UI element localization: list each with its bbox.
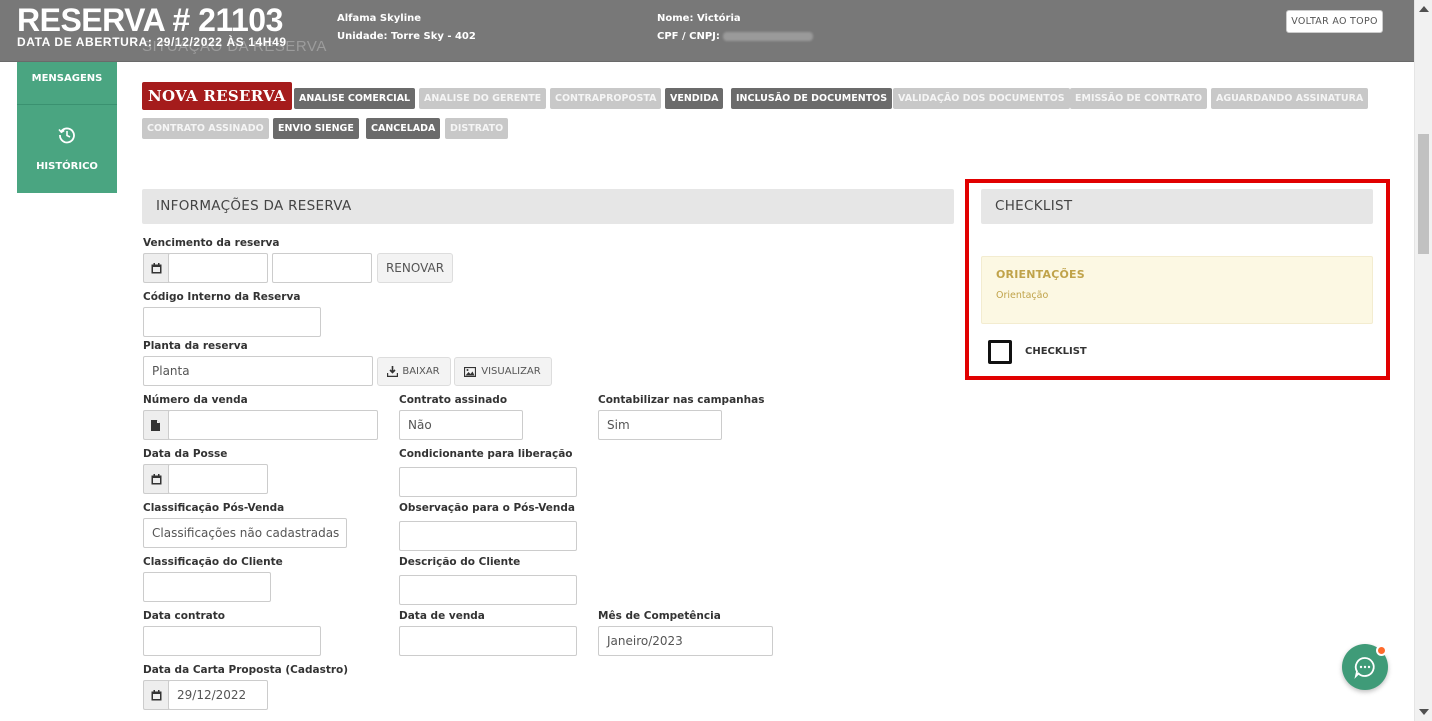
renovar-button[interactable]: RENOVAR [377, 253, 453, 283]
data-carta-label: Data da Carta Proposta (Cadastro) [143, 664, 349, 676]
status-nova-reserva[interactable]: NOVA RESERVA [142, 82, 292, 110]
mes-competencia-input[interactable]: Janeiro/2023 [598, 626, 773, 656]
baixar-button[interactable]: BAIXAR [377, 357, 451, 386]
vencimento-time-input[interactable] [272, 253, 372, 283]
unit-info: Unidade: Torre Sky - 402 [337, 31, 476, 42]
chat-icon [1354, 657, 1375, 679]
visualizar-label: VISUALIZAR [481, 366, 541, 377]
data-contrato-label: Data contrato [143, 610, 225, 622]
obs-pos-venda-input[interactable] [399, 521, 577, 551]
client-cpf: CPF / CNPJ: [657, 31, 814, 42]
reservation-title: RESERVA # 21103 [17, 2, 283, 38]
codigo-interno-label: Código Interno da Reserva [143, 291, 301, 303]
scroll-thumb[interactable] [1418, 134, 1429, 254]
scroll-up-arrow-icon[interactable] [1419, 6, 1429, 12]
contrato-assinado-label: Contrato assinado [399, 394, 508, 406]
data-contrato-input[interactable] [143, 626, 321, 656]
sidebar-item-label: MENSAGENS [31, 73, 103, 84]
obs-pos-venda-label: Observação para o Pós-Venda [399, 502, 575, 514]
unit-label: Unidade: [337, 31, 388, 42]
cpf-label: CPF / CNPJ: [657, 31, 720, 42]
classif-pos-venda-select[interactable]: Classificações não cadastradas [143, 518, 347, 548]
status-analise-comercial[interactable]: ANALISE COMERCIAL [294, 88, 416, 109]
name-label: Nome: [657, 13, 694, 24]
status-emissao-de-contrato[interactable]: EMISSÃO DE CONTRATO [1070, 88, 1208, 109]
status-distrato[interactable]: DISTRATO [445, 118, 509, 139]
unit-value: Torre Sky - 402 [391, 31, 476, 42]
classif-cliente-label: Classificação do Cliente [143, 556, 283, 568]
planta-label: Planta da reserva [143, 340, 248, 352]
file-icon [151, 420, 160, 431]
calendar-addon [143, 680, 169, 710]
checklist-checkbox[interactable] [988, 340, 1012, 364]
document-addon [143, 410, 169, 440]
calendar-addon [143, 464, 169, 494]
image-icon [464, 367, 476, 377]
page-scrollbar[interactable] [1414, 0, 1432, 721]
notification-dot [1376, 645, 1387, 656]
calendar-icon [151, 263, 162, 274]
status-validacao-dos-documentos[interactable]: VALIDAÇÃO DOS DOCUMENTOS [893, 88, 1070, 109]
data-posse-input[interactable] [168, 464, 268, 494]
desc-cliente-label: Descrição do Cliente [399, 556, 521, 568]
data-venda-input[interactable] [399, 626, 577, 656]
numero-venda-label: Número da venda [143, 394, 248, 406]
status-contrato-assinado[interactable]: CONTRATO ASSINADO [142, 118, 269, 139]
data-carta-input[interactable]: 29/12/2022 [168, 680, 268, 710]
contrato-assinado-field[interactable]: Não [399, 410, 523, 440]
codigo-interno-input[interactable] [143, 307, 321, 337]
project-name: Alfama Skyline [337, 13, 422, 24]
calendar-icon [151, 690, 162, 701]
status-aguardando-assinatura[interactable]: AGUARDANDO ASSINATURA [1211, 88, 1369, 109]
status-cancelada[interactable]: CANCELADA [366, 118, 441, 139]
calendar-icon [151, 474, 162, 485]
desc-cliente-input[interactable] [399, 575, 577, 605]
data-posse-label: Data da Posse [143, 448, 228, 460]
checklist-item-label: CHECKLIST [1025, 346, 1087, 357]
back-to-top-button[interactable]: VOLTAR AO TOPO [1286, 10, 1383, 33]
status-contraproposta[interactable]: CONTRAPROPOSTA [550, 88, 662, 109]
status-analise-do-gerente[interactable]: ANALISE DO GERENTE [419, 88, 547, 109]
vencimento-date-input[interactable] [168, 253, 268, 283]
history-icon [58, 127, 75, 144]
sidebar-item-history[interactable]: HISTÓRICO [17, 106, 117, 193]
vencimento-label: Vencimento da reserva [143, 237, 280, 249]
orientations-alert: ORIENTAÇÕES Orientação [981, 256, 1373, 324]
mes-competencia-label: Mês de Competência [598, 610, 721, 622]
download-icon [387, 366, 398, 377]
sidebar-item-label: HISTÓRICO [36, 161, 98, 172]
name-value: Victória [696, 13, 741, 24]
scroll-down-arrow-icon[interactable] [1419, 709, 1429, 715]
planta-input[interactable]: Planta [143, 356, 373, 386]
opening-date: DATA DE ABERTURA: 29/12/2022 ÀS 14H49 [17, 35, 287, 49]
client-name: Nome: Victória [657, 13, 741, 24]
status-vendida[interactable]: VENDIDA [665, 88, 724, 109]
baixar-label: BAIXAR [402, 366, 440, 377]
numero-venda-input[interactable] [168, 410, 378, 440]
reservation-header: SITUAÇÃO DA RESERVA RESERVA # 21103 DATA… [0, 0, 1414, 62]
orientations-text: Orientação [996, 290, 1049, 301]
status-inclusao-de-documentos[interactable]: INCLUSÃO DE DOCUMENTOS [731, 88, 893, 109]
contabilizar-field[interactable]: Sim [598, 410, 722, 440]
condicionante-input[interactable] [399, 467, 577, 497]
orientations-title: ORIENTAÇÕES [996, 268, 1085, 281]
calendar-addon [143, 253, 169, 283]
status-envio-sienge[interactable]: ENVIO SIENGE [273, 118, 359, 139]
visualizar-button[interactable]: VISUALIZAR [454, 357, 552, 386]
sidebar-item-messages[interactable]: MENSAGENS [17, 62, 117, 105]
data-venda-label: Data de venda [399, 610, 485, 622]
classif-pos-venda-label: Classificação Pós-Venda [143, 502, 285, 514]
condicionante-label: Condicionante para liberação [399, 448, 573, 460]
reservation-info-heading: INFORMAÇÕES DA RESERVA [142, 189, 954, 224]
checklist-heading: CHECKLIST [981, 189, 1373, 224]
left-sidebar: MENSAGENS HISTÓRICO [17, 62, 117, 193]
classif-cliente-input[interactable] [143, 572, 271, 602]
cpf-redacted [723, 31, 814, 41]
contabilizar-label: Contabilizar nas campanhas [598, 394, 765, 406]
